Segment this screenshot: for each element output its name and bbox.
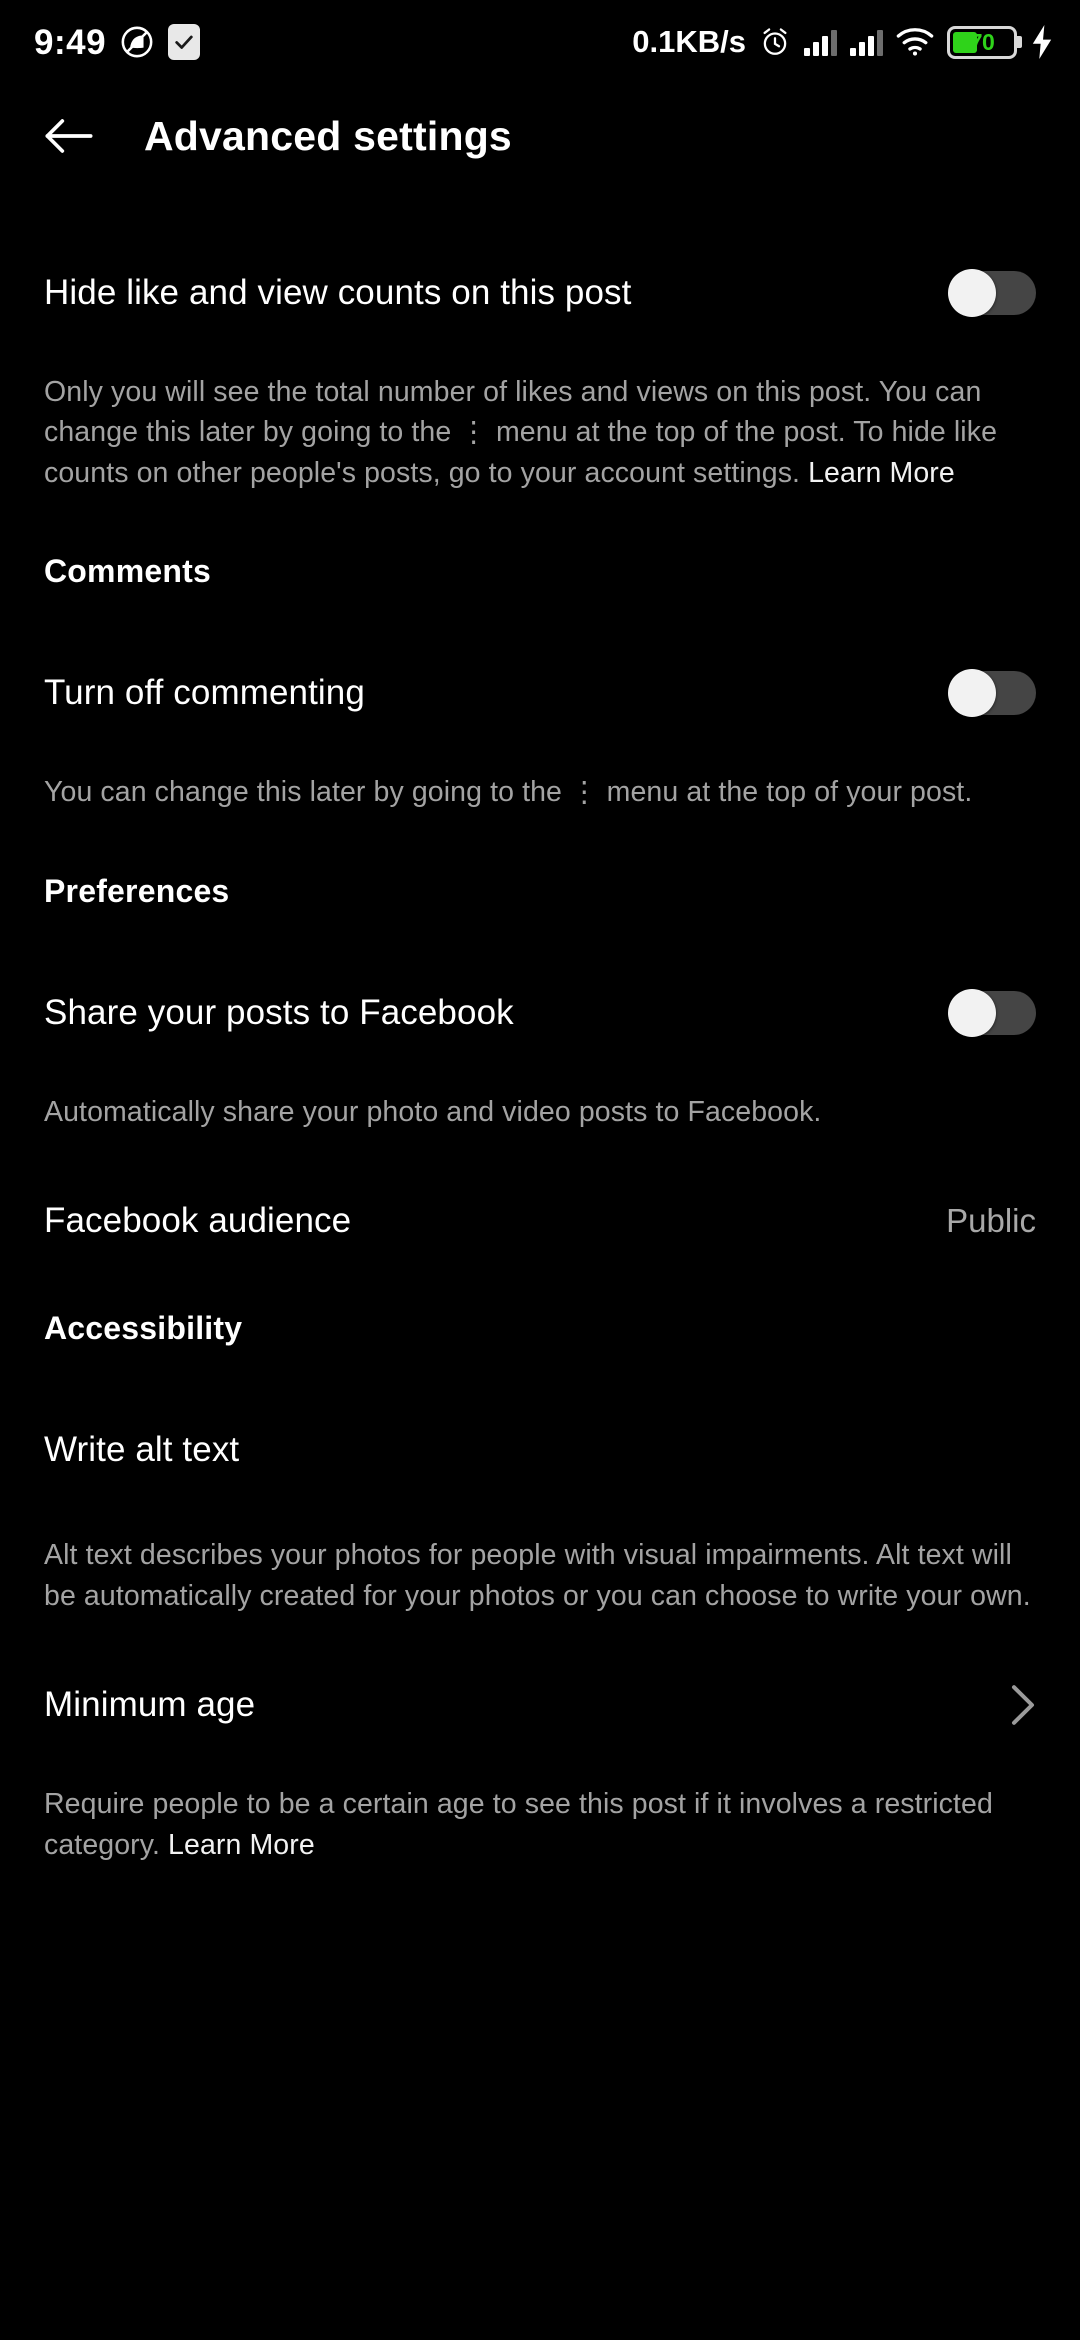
minimum-age-description: Require people to be a certain age to se… bbox=[44, 1784, 1036, 1865]
accessibility-section-title: Accessibility bbox=[44, 1310, 243, 1347]
turn-off-commenting-description: You can change this later by going to th… bbox=[44, 776, 973, 809]
turn-off-commenting-toggle[interactable] bbox=[948, 669, 1036, 718]
app-screen: 9:49 0.1KB/s 70 Advanced settings Hide l… bbox=[0, 0, 1080, 2340]
share-facebook-row[interactable]: Share your posts to Facebook bbox=[44, 976, 1036, 1050]
facebook-audience-row[interactable]: Facebook audience Public bbox=[44, 1184, 1036, 1258]
hide-counts-toggle[interactable] bbox=[948, 269, 1036, 317]
write-alt-text-label: Write alt text bbox=[44, 1430, 240, 1470]
chevron-right-icon[interactable] bbox=[1010, 1684, 1036, 1726]
share-facebook-label: Share your posts to Facebook bbox=[44, 992, 514, 1032]
battery-percent: 70 bbox=[969, 28, 995, 55]
minimum-age-learn-more-link[interactable]: Learn More bbox=[168, 1829, 315, 1861]
battery-icon: 70 bbox=[947, 25, 1017, 59]
facebook-audience-value: Public bbox=[946, 1202, 1036, 1240]
check-badge-icon bbox=[168, 24, 201, 60]
hide-counts-label: Hide like and view counts on this post bbox=[44, 273, 632, 312]
minimum-age-label: Minimum age bbox=[44, 1685, 256, 1725]
alarm-icon bbox=[759, 26, 791, 58]
wifi-icon bbox=[896, 27, 934, 57]
status-bar: 9:49 0.1KB/s 70 bbox=[0, 0, 1080, 84]
alt-text-description: Alt text describes your photos for peopl… bbox=[44, 1539, 1031, 1612]
network-speed: 0.1KB/s bbox=[632, 24, 746, 59]
facebook-audience-label: Facebook audience bbox=[44, 1201, 352, 1241]
charging-bolt-icon bbox=[1030, 25, 1054, 59]
share-facebook-description: Automatically share your photo and video… bbox=[44, 1095, 822, 1128]
turn-off-commenting-label: Turn off commenting bbox=[44, 673, 365, 713]
signal-bars-icon bbox=[850, 28, 883, 56]
do-not-disturb-icon bbox=[120, 25, 154, 59]
turn-off-commenting-row[interactable]: Turn off commenting bbox=[44, 656, 1036, 730]
page-title: Advanced settings bbox=[144, 112, 512, 159]
page-header: Advanced settings bbox=[0, 84, 1080, 188]
back-arrow-icon[interactable] bbox=[44, 105, 106, 167]
write-alt-text-row[interactable]: Write alt text bbox=[44, 1413, 1036, 1487]
signal-bars-icon bbox=[804, 28, 837, 56]
share-facebook-toggle[interactable] bbox=[948, 988, 1036, 1037]
preferences-section-title: Preferences bbox=[44, 872, 230, 909]
comments-section-title: Comments bbox=[44, 553, 211, 590]
hide-counts-description: Only you will see the total number of li… bbox=[44, 372, 1036, 493]
hide-counts-row[interactable]: Hide like and view counts on this post bbox=[44, 256, 1036, 330]
status-bar-right: 0.1KB/s 70 bbox=[632, 24, 1054, 60]
status-bar-left: 9:49 bbox=[34, 22, 201, 62]
hide-counts-learn-more-link[interactable]: Learn More bbox=[808, 457, 955, 489]
settings-content: Hide like and view counts on this post O… bbox=[0, 188, 1080, 1865]
minimum-age-row[interactable]: Minimum age bbox=[44, 1668, 1036, 1742]
status-time: 9:49 bbox=[34, 22, 107, 62]
